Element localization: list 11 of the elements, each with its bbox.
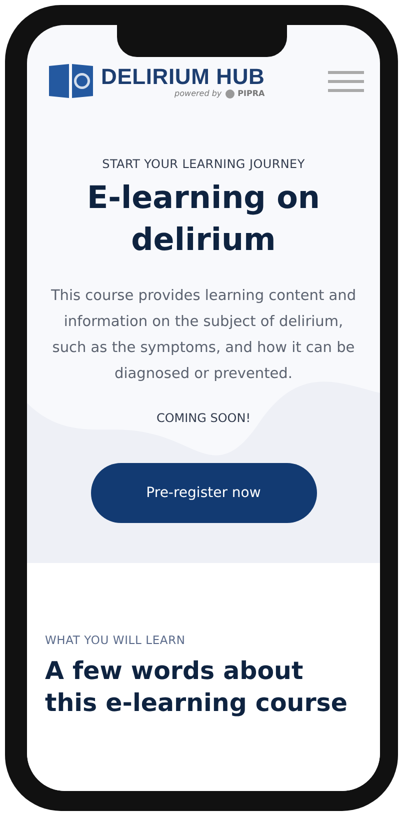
partner-name: PIPRA <box>238 89 265 98</box>
section-eyebrow: WHAT YOU WILL LEARN <box>45 633 186 647</box>
powered-by-text: powered by <box>174 89 222 98</box>
hero-title: E-learning on delirium <box>86 179 321 260</box>
hero-description: This course provides learning content and information on the subject of delirium, such as the symptoms, and how it can be diagnosed or prevented. <box>50 287 358 384</box>
status-text: COMING SOON! <box>156 411 251 425</box>
section-title: A few words about this e-learning course <box>45 655 349 719</box>
book-icon <box>47 63 95 99</box>
brand-title: DELIRIUM HUB <box>101 64 265 90</box>
eyebrow-text: START YOUR LEARNING JOURNEY <box>102 157 305 171</box>
pre-register-button[interactable]: Pre-register now <box>90 463 316 523</box>
